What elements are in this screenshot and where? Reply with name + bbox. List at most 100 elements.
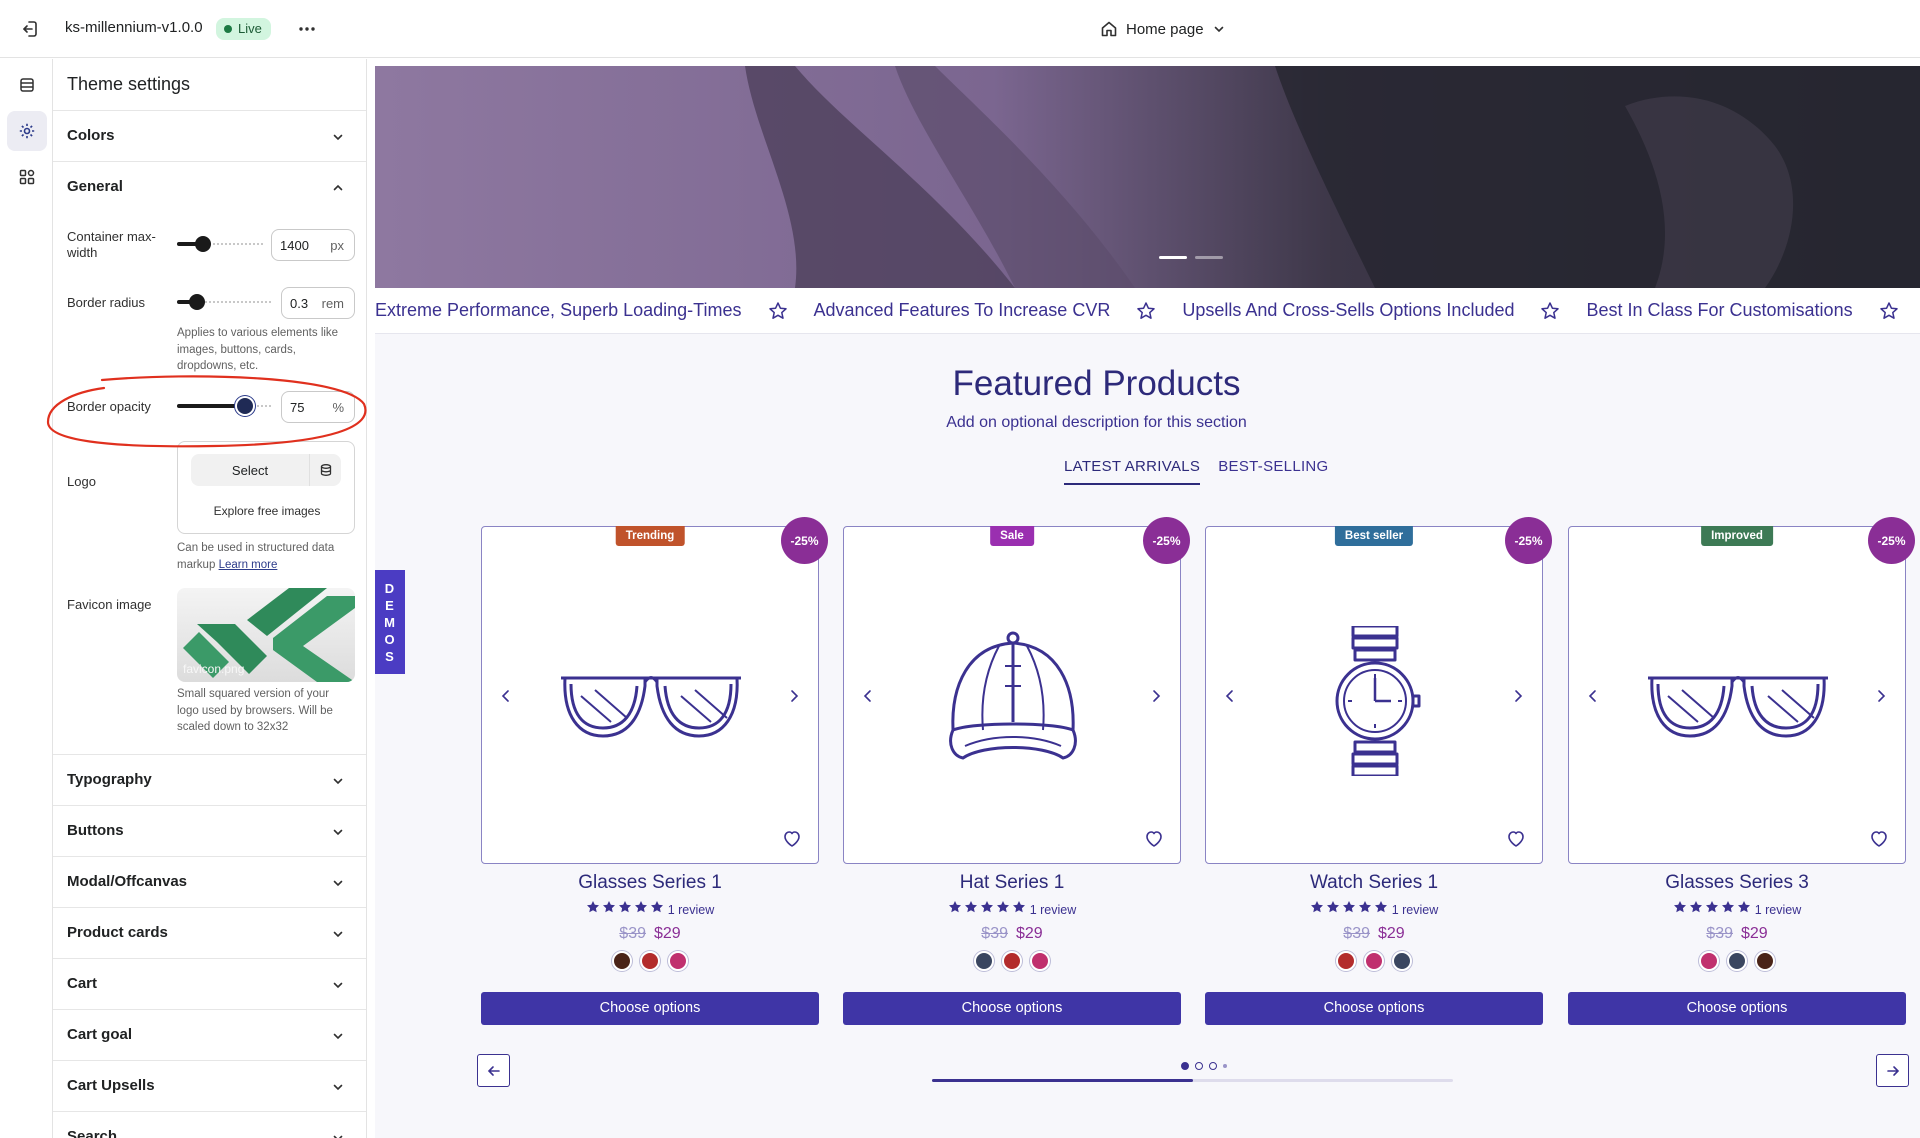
pager-dot[interactable] bbox=[1209, 1062, 1217, 1070]
chevron-down-icon bbox=[333, 1084, 343, 1091]
input-unit: % bbox=[332, 400, 344, 415]
border-opacity-slider[interactable] bbox=[177, 396, 272, 416]
tab-latest-arrivals[interactable]: LATEST ARRIVALS bbox=[1064, 458, 1201, 485]
chevron-right-icon[interactable] bbox=[1148, 687, 1164, 705]
heart-icon[interactable] bbox=[782, 829, 802, 849]
pager-dot[interactable] bbox=[1195, 1062, 1203, 1070]
border-radius-input[interactable]: 0.3 rem bbox=[281, 287, 355, 319]
color-swatch[interactable] bbox=[1002, 951, 1022, 971]
chevron-left-icon[interactable] bbox=[1585, 687, 1601, 705]
border-opacity-input[interactable]: 75 % bbox=[281, 391, 355, 423]
heart-icon[interactable] bbox=[1144, 829, 1164, 849]
choose-options-button[interactable]: Choose options bbox=[481, 992, 819, 1025]
status-label: Live bbox=[238, 21, 262, 36]
product-price: $39 $29 bbox=[481, 925, 819, 943]
heart-icon[interactable] bbox=[1869, 829, 1889, 849]
color-swatch[interactable] bbox=[1030, 951, 1050, 971]
container-width-input[interactable]: 1400 px bbox=[271, 229, 355, 261]
color-swatch[interactable] bbox=[1392, 951, 1412, 971]
chevron-right-icon[interactable] bbox=[1510, 687, 1526, 705]
database-icon[interactable] bbox=[309, 454, 341, 486]
product-title[interactable]: Glasses Series 1 bbox=[481, 872, 819, 894]
color-swatches bbox=[1205, 951, 1543, 971]
color-swatch[interactable] bbox=[1699, 951, 1719, 971]
exit-icon[interactable] bbox=[18, 18, 40, 40]
color-swatch[interactable] bbox=[1755, 951, 1775, 971]
section-cart[interactable]: Cart bbox=[53, 958, 366, 1009]
section-typography[interactable]: Typography bbox=[53, 754, 366, 805]
sections-icon[interactable] bbox=[7, 65, 47, 105]
chevron-up-icon bbox=[333, 184, 343, 191]
choose-options-button[interactable]: Choose options bbox=[1568, 992, 1906, 1025]
page-selector[interactable]: Home page bbox=[1100, 17, 1226, 41]
tab-best-selling[interactable]: BEST-SELLING bbox=[1218, 458, 1328, 485]
color-swatch[interactable] bbox=[1727, 951, 1747, 971]
slider-thumb[interactable] bbox=[237, 398, 253, 414]
favicon-image[interactable]: favicon.png bbox=[177, 588, 355, 682]
hero-slideshow[interactable] bbox=[375, 66, 1920, 288]
star-icon bbox=[618, 900, 632, 919]
explore-free-images-link[interactable]: Explore free images bbox=[178, 504, 356, 518]
section-cart-goal[interactable]: Cart goal bbox=[53, 1009, 366, 1060]
help-line: Can be used in structured data bbox=[177, 542, 335, 554]
choose-options-button[interactable]: Choose options bbox=[843, 992, 1181, 1025]
marquee-item: Advanced Features To Increase CVR bbox=[813, 300, 1111, 320]
chevron-left-icon[interactable] bbox=[1222, 687, 1238, 705]
choose-options-button[interactable]: Choose options bbox=[1205, 992, 1543, 1025]
section-cart-upsells[interactable]: Cart Upsells bbox=[53, 1060, 366, 1111]
slide-dot[interactable] bbox=[1159, 256, 1187, 259]
section-modal-offcanvas[interactable]: Modal/Offcanvas bbox=[53, 856, 366, 907]
section-general[interactable]: General bbox=[53, 161, 366, 212]
sale-price: $29 bbox=[1378, 925, 1405, 942]
heart-icon[interactable] bbox=[1506, 829, 1526, 849]
section-label: Product cards bbox=[67, 924, 168, 941]
color-swatch[interactable] bbox=[1336, 951, 1356, 971]
carousel-prev-button[interactable] bbox=[477, 1054, 510, 1087]
carousel-next-button[interactable] bbox=[1876, 1054, 1909, 1087]
color-swatch[interactable] bbox=[974, 951, 994, 971]
product-media[interactable]: Best seller -25% bbox=[1205, 517, 1552, 864]
slider-thumb[interactable] bbox=[189, 294, 205, 310]
label-line: width bbox=[67, 245, 98, 260]
product-title[interactable]: Watch Series 1 bbox=[1205, 872, 1543, 894]
demos-tab[interactable]: D E M O S bbox=[375, 570, 405, 674]
product-media[interactable]: Sale -25% bbox=[843, 517, 1190, 864]
product-title[interactable]: Glasses Series 3 bbox=[1568, 872, 1906, 894]
arrow-left-icon bbox=[487, 1065, 500, 1076]
discount-badge: -25% bbox=[1868, 517, 1915, 564]
star-icon bbox=[1737, 900, 1751, 919]
theme-settings-icon[interactable] bbox=[7, 111, 47, 151]
section-buttons[interactable]: Buttons bbox=[53, 805, 366, 856]
container-width-slider[interactable] bbox=[177, 234, 263, 254]
chevron-left-icon[interactable] bbox=[498, 687, 514, 705]
product-media[interactable]: Improved -25% bbox=[1568, 517, 1915, 864]
pager-dot[interactable] bbox=[1223, 1064, 1227, 1068]
learn-more-link[interactable]: Learn more bbox=[219, 559, 278, 571]
star-icon bbox=[1310, 900, 1324, 919]
slider-fill bbox=[177, 404, 243, 408]
slider-thumb[interactable] bbox=[195, 236, 211, 252]
apps-icon[interactable] bbox=[7, 157, 47, 197]
color-swatch[interactable] bbox=[612, 951, 632, 971]
slide-dot[interactable] bbox=[1195, 256, 1223, 259]
product-price: $39 $29 bbox=[1568, 925, 1906, 943]
pager-dot[interactable] bbox=[1181, 1062, 1189, 1070]
color-swatch[interactable] bbox=[640, 951, 660, 971]
section-product-cards[interactable]: Product cards bbox=[53, 907, 366, 958]
section-search[interactable]: Search bbox=[53, 1111, 366, 1138]
logo-select-button[interactable]: Select bbox=[191, 454, 341, 486]
color-swatch[interactable] bbox=[1364, 951, 1384, 971]
review-count: 1 review bbox=[1754, 902, 1802, 917]
color-swatch[interactable] bbox=[668, 951, 688, 971]
chevron-left-icon[interactable] bbox=[860, 687, 876, 705]
border-radius-slider[interactable] bbox=[177, 292, 272, 312]
product-media[interactable]: Trending -25% bbox=[481, 517, 828, 864]
more-icon[interactable] bbox=[296, 18, 318, 40]
compare-at-price: $39 bbox=[1343, 925, 1370, 942]
product-title[interactable]: Hat Series 1 bbox=[843, 872, 1181, 894]
product-tabs: LATEST ARRIVALS BEST-SELLING bbox=[1064, 458, 1329, 485]
chevron-right-icon[interactable] bbox=[1873, 687, 1889, 705]
chevron-right-icon[interactable] bbox=[786, 687, 802, 705]
section-label: Cart Upsells bbox=[67, 1077, 155, 1094]
section-colors[interactable]: Colors bbox=[53, 110, 366, 161]
